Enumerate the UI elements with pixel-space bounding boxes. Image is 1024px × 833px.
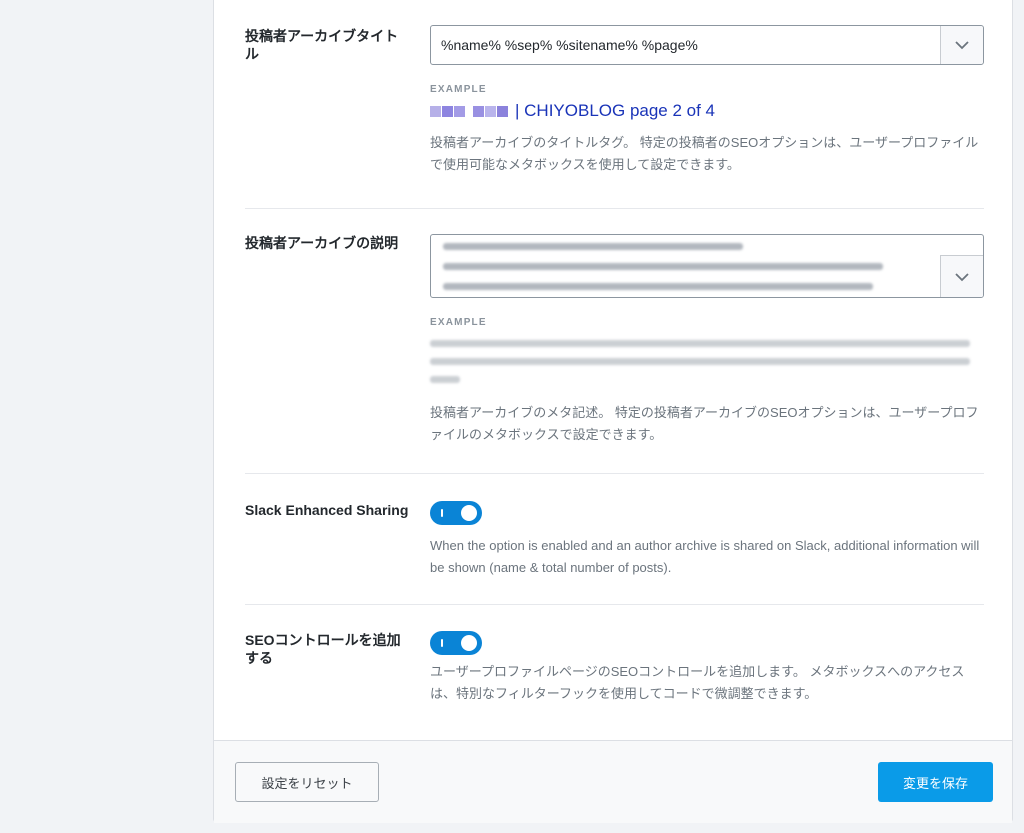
seo-controls-help: ユーザープロファイルページのSEOコントロールを追加します。 メタボックスへのア… [430,664,965,701]
seo-controls-label: SEOコントロールを追加する [245,632,401,666]
chevron-down-icon [955,272,969,281]
toggle-knob [461,505,477,521]
author-title-example-label: EXAMPLE [430,84,487,95]
settings-card: 投稿者アーカイブタイトル %name% %sep% %sitename% %pa… [213,0,1013,823]
author-title-help: 投稿者アーカイブのタイトルタグ。 特定の投稿者のSEOオプションは、ユーザープロ… [430,135,979,172]
settings-footer: 設定をリセット 変更を保存 [214,740,1012,823]
author-title-input[interactable]: %name% %sep% %sitename% %page% [430,25,984,65]
seo-controls-toggle[interactable] [430,631,482,655]
toggle-on-indicator [441,639,443,647]
divider [245,473,984,474]
blurred-example-text [430,376,460,383]
toggle-knob [461,635,477,651]
author-name-pixelated [430,105,509,117]
seo-controls-field: ユーザープロファイルページのSEOコントロールを追加します。 メタボックスへのア… [430,631,984,705]
divider [245,208,984,209]
author-desc-label: 投稿者アーカイブの説明 [245,235,399,251]
slack-toggle[interactable] [430,501,482,525]
author-title-example: | CHIYOBLOG page 2 of 4 [430,101,984,121]
blurred-example-text [430,340,970,347]
author-desc-textarea[interactable] [430,234,984,298]
blurred-description-text [443,263,883,270]
blurred-description-text [443,243,743,250]
slack-field: When the option is enabled and an author… [430,501,984,579]
reset-settings-button[interactable]: 設定をリセット [235,762,379,802]
author-title-field: %name% %sep% %sitename% %page% EXAMPLE |… [430,25,984,176]
save-changes-button[interactable]: 変更を保存 [878,762,993,802]
divider [245,604,984,605]
slack-label: Slack Enhanced Sharing [245,502,409,518]
slack-help: When the option is enabled and an author… [430,538,980,575]
author-desc-field: EXAMPLE 投稿者アーカイブのメタ記述。 特定の投稿者アーカイブのSEOオプ… [430,234,984,446]
author-desc-example-blurred [430,336,984,396]
author-title-label: 投稿者アーカイブタイトル [245,28,399,62]
author-title-dropdown-button[interactable] [940,26,983,64]
chevron-down-icon [955,40,969,49]
author-desc-help: 投稿者アーカイブのメタ記述。 特定の投稿者アーカイブのSEOオプションは、ユーザ… [430,405,979,442]
toggle-on-indicator [441,509,443,517]
author-title-value[interactable]: %name% %sep% %sitename% %page% [441,37,698,53]
blurred-example-text [430,358,970,365]
blurred-description-text [443,283,873,290]
author-title-example-text: | CHIYOBLOG page 2 of 4 [515,101,716,120]
author-desc-dropdown-button[interactable] [940,255,983,297]
author-desc-example-label: EXAMPLE [430,317,487,328]
